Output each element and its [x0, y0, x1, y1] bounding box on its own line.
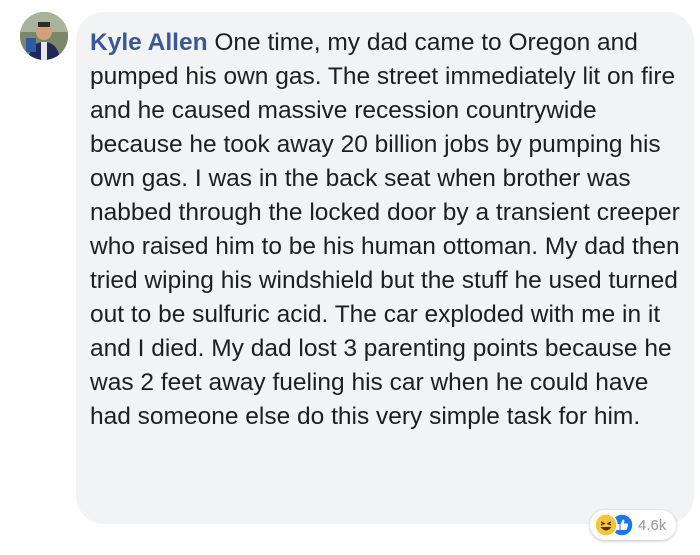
comment-text: One time, my dad came to Oregon and pump…: [90, 29, 680, 430]
haha-icon: [594, 513, 618, 537]
comment-bubble: Kyle Allen One time, my dad came to Oreg…: [76, 12, 694, 524]
reaction-icons: [594, 513, 634, 537]
comment-body: Kyle Allen One time, my dad came to Oreg…: [90, 26, 686, 434]
comment-canvas: Kyle Allen One time, my dad came to Oreg…: [0, 0, 700, 555]
reaction-count: 4.6k: [638, 516, 667, 534]
author-name-link[interactable]: Kyle Allen: [90, 29, 208, 56]
avatar-image: [20, 12, 68, 60]
reactions-summary[interactable]: 4.6k: [590, 510, 677, 540]
avatar[interactable]: [20, 12, 68, 60]
